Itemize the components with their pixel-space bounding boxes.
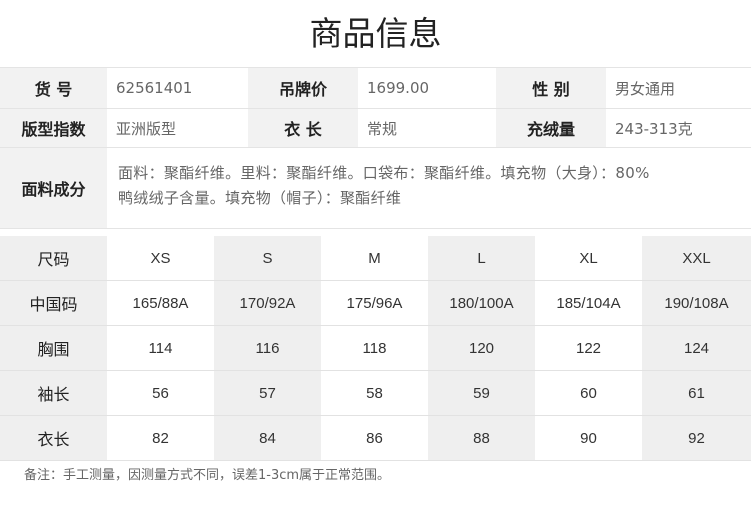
row-label-size: 尺码 <box>0 236 107 281</box>
size-cell: 114 <box>107 325 214 371</box>
size-cell: 57 <box>214 370 321 416</box>
size-cell: 59 <box>428 370 535 416</box>
size-table: 尺码 XS S M L XL XXL 中国码 165/88A 170/92A 1… <box>0 236 751 461</box>
size-row-length: 衣长 82 84 86 88 90 92 <box>0 415 751 461</box>
row-label-chest: 胸围 <box>0 325 107 371</box>
info-row-2: 版型指数 亚洲版型 衣 长 常规 充绒量 243-313克 <box>0 109 751 148</box>
size-cell: 180/100A <box>428 280 535 326</box>
tag-price-value: 1699.00 <box>367 79 430 97</box>
size-cell: 122 <box>535 325 642 371</box>
gender-label: 性 别 <box>496 68 606 108</box>
size-cell: 88 <box>428 415 535 461</box>
fill-weight-value: 243-313克 <box>615 119 693 138</box>
fabric-value: 面料：聚酯纤维。里料：聚酯纤维。口袋布：聚酯纤维。填充物（大身）：80% 鸭绒绒… <box>108 148 751 228</box>
length-value: 常规 <box>367 119 398 138</box>
size-cell: 165/88A <box>107 280 214 326</box>
size-row-china: 中国码 165/88A 170/92A 175/96A 180/100A 185… <box>0 280 751 326</box>
product-info-panel: 货 号 62561401 吊牌价 1699.00 性 别 男女通用 版型指数 亚… <box>0 67 751 229</box>
item-no-label: 货 号 <box>0 68 107 108</box>
size-row-header: 尺码 XS S M L XL XXL <box>0 236 751 281</box>
size-cell: 86 <box>321 415 428 461</box>
row-label-length: 衣长 <box>0 415 107 461</box>
size-cell: 120 <box>428 325 535 371</box>
fabric-label: 面料成分 <box>0 148 107 228</box>
item-no-value: 62561401 <box>116 79 193 97</box>
tag-price-label: 吊牌价 <box>248 68 358 108</box>
size-cell: L <box>428 236 535 281</box>
fill-weight-label: 充绒量 <box>496 109 606 147</box>
size-cell: 56 <box>107 370 214 416</box>
length-label: 衣 长 <box>248 109 358 147</box>
size-cell: 185/104A <box>535 280 642 326</box>
page-title: 商品信息 <box>309 14 442 53</box>
row-label-china-size: 中国码 <box>0 280 107 326</box>
size-cell: 190/108A <box>642 280 751 326</box>
row-label-sleeve: 袖长 <box>0 370 107 416</box>
size-cell: 170/92A <box>214 280 321 326</box>
size-cell: XXL <box>642 236 751 281</box>
size-cell: XS <box>107 236 214 281</box>
fit-value: 亚洲版型 <box>116 119 177 138</box>
size-row-chest: 胸围 114 116 118 120 122 124 <box>0 325 751 371</box>
size-cell: 92 <box>642 415 751 461</box>
size-cell: 82 <box>107 415 214 461</box>
size-cell: 90 <box>535 415 642 461</box>
size-cell: 124 <box>642 325 751 371</box>
size-cell: 175/96A <box>321 280 428 326</box>
size-cell: 116 <box>214 325 321 371</box>
measurement-note: 备注：手工测量，因测量方式不同，误差1-3cm属于正常范围。 <box>24 468 391 483</box>
fit-label: 版型指数 <box>0 109 107 147</box>
size-cell: S <box>214 236 321 281</box>
size-cell: M <box>321 236 428 281</box>
size-cell: XL <box>535 236 642 281</box>
fabric-line-1: 面料：聚酯纤维。里料：聚酯纤维。口袋布：聚酯纤维。填充物（大身）：80% <box>118 164 650 182</box>
info-row-1: 货 号 62561401 吊牌价 1699.00 性 别 男女通用 <box>0 68 751 109</box>
size-cell: 58 <box>321 370 428 416</box>
info-row-fabric: 面料成分 面料：聚酯纤维。里料：聚酯纤维。口袋布：聚酯纤维。填充物（大身）：80… <box>0 148 751 228</box>
size-cell: 118 <box>321 325 428 371</box>
gender-value: 男女通用 <box>615 79 676 98</box>
size-cell: 61 <box>642 370 751 416</box>
size-cell: 60 <box>535 370 642 416</box>
size-row-sleeve: 袖长 56 57 58 59 60 61 <box>0 370 751 416</box>
fabric-line-2: 鸭绒绒子含量。填充物（帽子）：聚酯纤维 <box>118 189 402 207</box>
size-cell: 84 <box>214 415 321 461</box>
